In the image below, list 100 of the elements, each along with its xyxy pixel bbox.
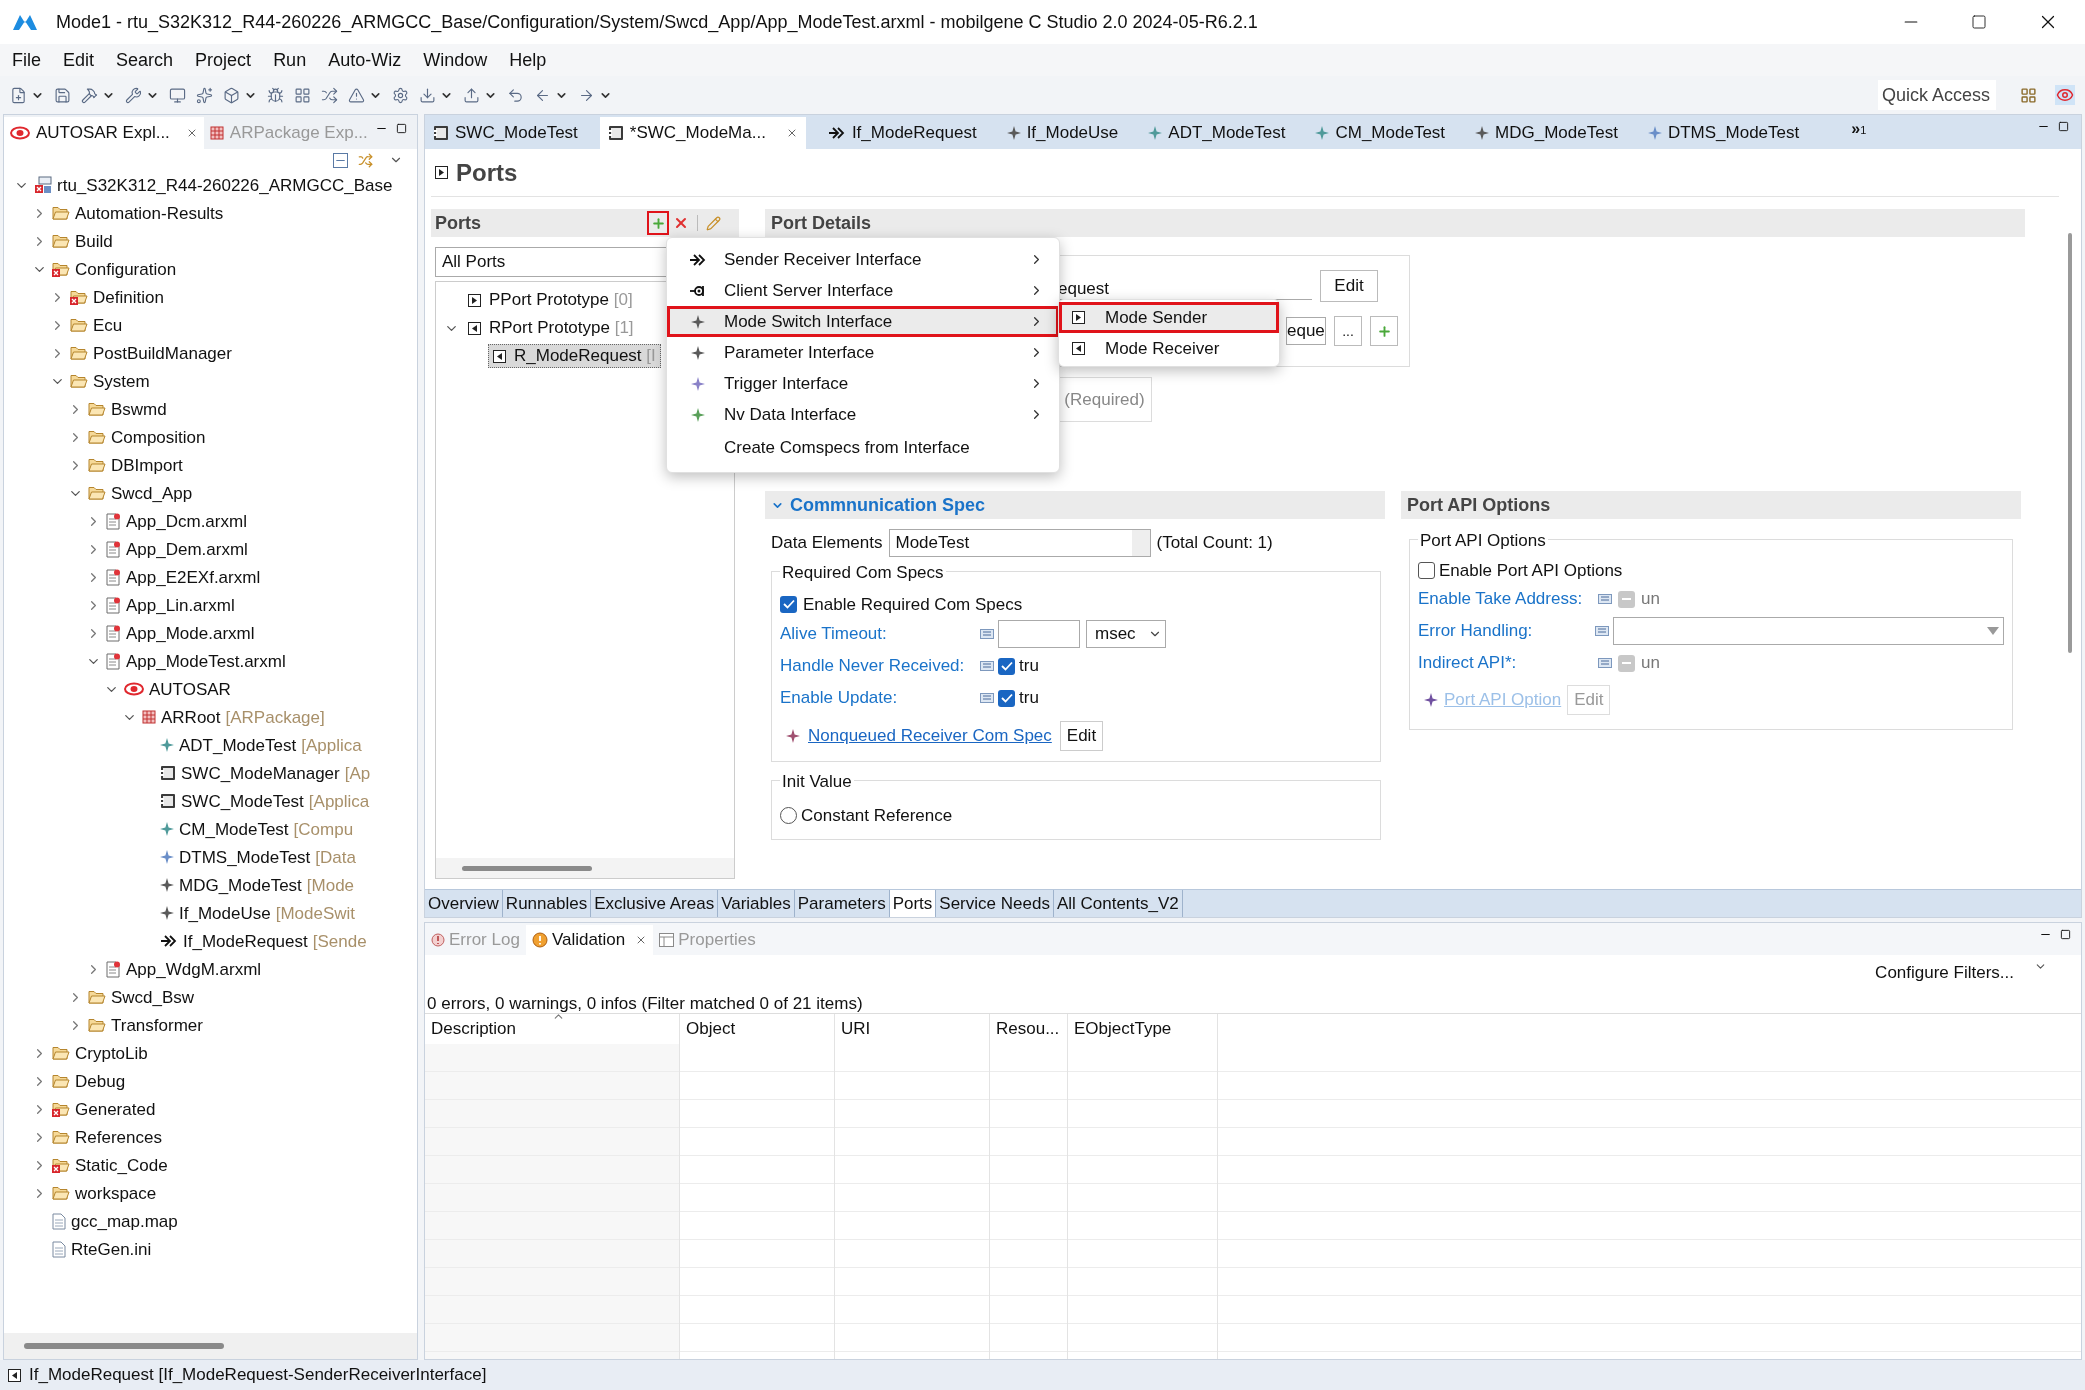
- gears-icon[interactable]: [392, 86, 409, 104]
- editor-tab[interactable]: If_ModeRequest: [819, 117, 985, 149]
- page-tab[interactable]: Ports: [889, 890, 937, 917]
- edit-button[interactable]: Edit: [1320, 270, 1378, 302]
- editor-tab[interactable]: If_ModeUse: [998, 117, 1127, 149]
- tree-item[interactable]: Transformer: [111, 1014, 203, 1036]
- menu-item[interactable]: Help: [509, 46, 547, 74]
- port-tree-item[interactable]: R_ModeRequest [I: [488, 344, 661, 368]
- port-tree-item[interactable]: PPort Prototype [0]: [464, 288, 637, 312]
- checkbox[interactable]: [998, 657, 1015, 675]
- tree-item[interactable]: gcc_map.map: [71, 1210, 178, 1232]
- delete-icon[interactable]: [673, 215, 689, 231]
- new-file-icon[interactable]: [10, 86, 27, 104]
- radio-button[interactable]: [780, 806, 797, 824]
- maximize-icon[interactable]: [2058, 121, 2069, 132]
- menu-item[interactable]: Mode Receiver: [1059, 333, 1279, 364]
- tree-item[interactable]: Composition: [111, 426, 206, 448]
- tree-item[interactable]: SWC_ModeTest: [181, 790, 304, 812]
- editor-tab[interactable]: DTMS_ModeTest: [1639, 117, 1808, 149]
- quick-access-field[interactable]: Quick Access: [1878, 80, 1996, 110]
- tree-item[interactable]: SWC_ModeManager: [181, 762, 340, 784]
- collapse-all-icon[interactable]: [333, 152, 348, 168]
- tree-item[interactable]: App_ModeTest.arxml: [126, 650, 286, 672]
- maximize-icon[interactable]: [396, 123, 407, 134]
- menu-item[interactable]: Mode Switch Interface: [667, 306, 1059, 337]
- checkbox[interactable]: [1418, 561, 1435, 579]
- tree-item[interactable]: workspace: [75, 1182, 157, 1204]
- tree-item[interactable]: App_E2EXf.arxml: [126, 566, 261, 588]
- menu-item[interactable]: Search: [116, 46, 174, 74]
- tree-item[interactable]: App_Lin.arxml: [126, 594, 235, 616]
- more-tabs-button[interactable]: »1: [1851, 117, 1867, 149]
- page-tab[interactable]: All Contents_V2: [1053, 890, 1183, 917]
- tree-item[interactable]: References: [75, 1126, 162, 1148]
- checkbox[interactable]: [780, 595, 797, 613]
- editor-tab[interactable]: ADT_ModeTest: [1140, 117, 1294, 149]
- hammer-icon[interactable]: [81, 86, 98, 104]
- sparkle-icon[interactable]: [196, 86, 213, 104]
- grid-icon[interactable]: [294, 86, 311, 104]
- tree-item[interactable]: AUTOSAR: [149, 678, 231, 700]
- tree-item[interactable]: Bswmd: [111, 398, 167, 420]
- tree-item[interactable]: App_Dcm.arxml: [126, 510, 247, 532]
- tree-item[interactable]: Configuration: [75, 258, 177, 280]
- tree-item[interactable]: App_Mode.arxml: [126, 622, 255, 644]
- tree-item[interactable]: Ecu: [93, 314, 123, 336]
- menu-item[interactable]: Edit: [63, 46, 95, 74]
- box-icon[interactable]: [223, 86, 240, 104]
- menu-item[interactable]: Nv Data Interface: [667, 399, 1059, 430]
- tree-item[interactable]: Build: [75, 230, 113, 252]
- edit-button[interactable]: Edit: [1059, 721, 1104, 751]
- tree-item[interactable]: App_WdgM.arxml: [126, 958, 262, 980]
- scrollbar-thumb[interactable]: [24, 1343, 224, 1349]
- menu-item[interactable]: Auto-Wiz: [328, 46, 402, 74]
- editor-tab[interactable]: *SWC_ModeMa...: [599, 117, 806, 149]
- tree-item[interactable]: Definition: [93, 286, 164, 308]
- download-icon[interactable]: [419, 86, 436, 104]
- add-button[interactable]: [647, 211, 669, 235]
- menu-item[interactable]: File: [12, 46, 41, 74]
- perspective-icon[interactable]: [2020, 86, 2037, 104]
- tree-item[interactable]: Automation-Results: [75, 202, 224, 224]
- tree-item[interactable]: CM_ModeTest: [179, 818, 289, 840]
- browse-button[interactable]: ...: [1334, 316, 1362, 346]
- shuffle-icon[interactable]: [321, 86, 338, 104]
- menu-item[interactable]: Window: [423, 46, 488, 74]
- scrollbar-thumb[interactable]: [462, 865, 592, 871]
- scrollbar-thumb[interactable]: [2068, 233, 2072, 653]
- checkbox[interactable]: [998, 689, 1015, 707]
- tree-item[interactable]: ADT_ModeTest: [179, 734, 297, 756]
- view-tab[interactable]: AUTOSAR Expl...: [4, 117, 204, 149]
- tree-item[interactable]: DBImport: [111, 454, 183, 476]
- configure-filters-button[interactable]: Configure Filters...: [1875, 960, 2014, 986]
- port-tree-item[interactable]: RPort Prototype [1]: [464, 316, 638, 340]
- upload-icon[interactable]: [463, 86, 480, 104]
- tree-item[interactable]: ARRoot: [161, 706, 221, 728]
- menu-item[interactable]: Project: [195, 46, 252, 74]
- warning-icon[interactable]: [348, 86, 365, 104]
- editor-tab[interactable]: CM_ModeTest: [1307, 117, 1454, 149]
- page-tab[interactable]: Exclusive Areas: [591, 890, 719, 917]
- save-icon[interactable]: [54, 86, 71, 104]
- monitor-icon[interactable]: [169, 86, 186, 104]
- tree-item[interactable]: RteGen.ini: [71, 1238, 152, 1260]
- menu-item[interactable]: Run: [273, 46, 307, 74]
- tree-item[interactable]: System: [93, 370, 150, 392]
- menu-item[interactable]: Create Comspecs from Interface: [667, 430, 1059, 466]
- tree-item[interactable]: CryptoLib: [75, 1042, 148, 1064]
- tree-item[interactable]: MDG_ModeTest: [179, 874, 302, 896]
- page-tab[interactable]: Variables: [718, 890, 795, 917]
- menu-item[interactable]: Trigger Interface: [667, 368, 1059, 399]
- tree-item[interactable]: App_Dem.arxml: [126, 538, 248, 560]
- undo-icon[interactable]: [507, 86, 524, 104]
- page-tab[interactable]: Service Needs: [936, 890, 1054, 917]
- column-header[interactable]: Description: [425, 1014, 679, 1044]
- menu-item[interactable]: Mode Sender: [1059, 302, 1279, 333]
- page-tab[interactable]: Parameters: [794, 890, 890, 917]
- bug-icon[interactable]: [267, 86, 284, 104]
- com-spec-link[interactable]: Nonqueued Receiver Com Spec: [808, 723, 1052, 749]
- menu-item[interactable]: Parameter Interface: [667, 337, 1059, 368]
- unit-dropdown[interactable]: msec: [1086, 620, 1166, 648]
- tree-item[interactable]: Generated: [75, 1098, 156, 1120]
- tree-item[interactable]: Static_Code: [75, 1154, 168, 1176]
- page-tab[interactable]: Runnables: [502, 890, 592, 917]
